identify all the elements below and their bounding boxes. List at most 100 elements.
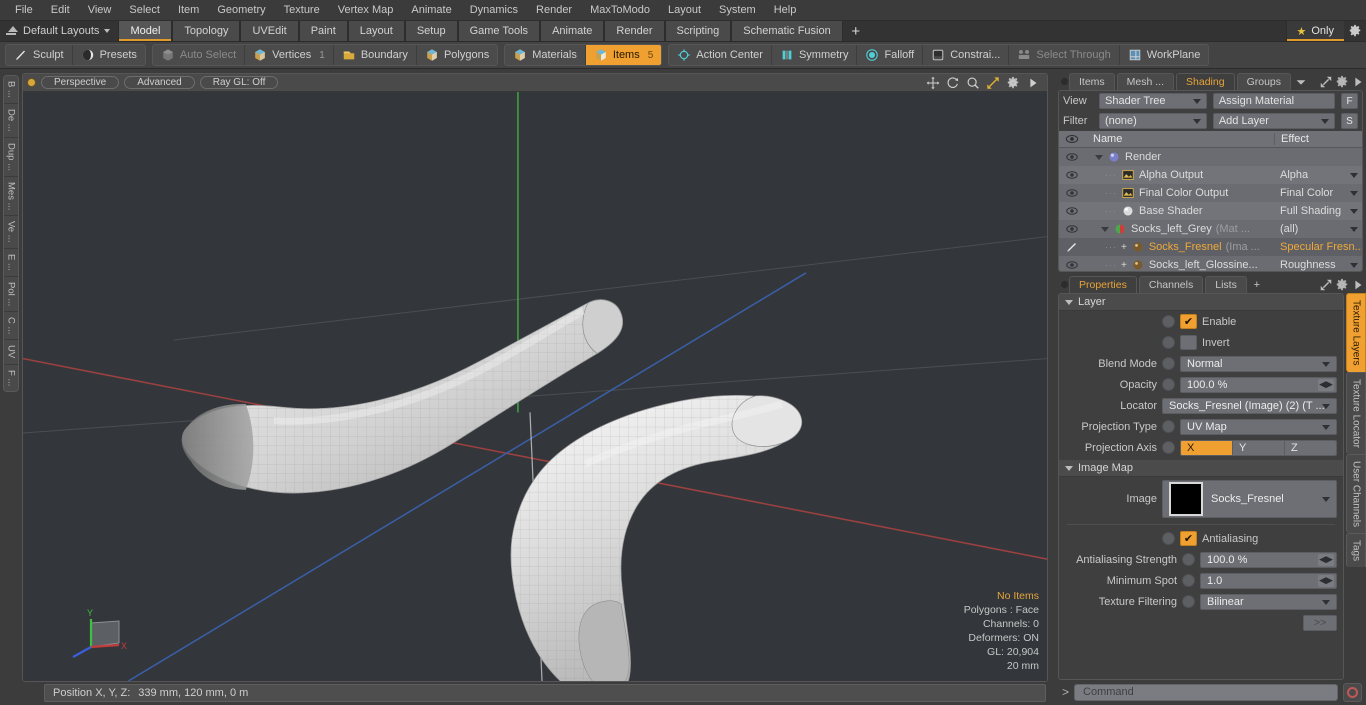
projection-type-anim-dot[interactable] xyxy=(1162,420,1175,433)
add-properties-tab-button[interactable]: + xyxy=(1249,276,1265,293)
menu-item-vertex-map[interactable]: Vertex Map xyxy=(329,0,403,21)
viewport-canvas[interactable]: Y X No Items Polygons : Face Channels: 0… xyxy=(23,92,1047,681)
paint-brush-icon[interactable] xyxy=(1059,240,1085,254)
eye-icon[interactable] xyxy=(1059,258,1085,271)
play-arrow-icon[interactable] xyxy=(1026,76,1040,90)
expander-icon[interactable] xyxy=(1101,226,1109,232)
menu-item-view[interactable]: View xyxy=(79,0,121,21)
move-icon[interactable] xyxy=(926,76,940,90)
row-effect-cell[interactable]: (all) xyxy=(1274,223,1362,235)
gear-icon[interactable] xyxy=(1006,76,1020,90)
projection-axis-anim-dot[interactable] xyxy=(1162,441,1175,454)
menu-item-geometry[interactable]: Geometry xyxy=(208,0,274,21)
menu-item-system[interactable]: System xyxy=(710,0,765,21)
sculpt-button[interactable]: Sculpt xyxy=(6,45,73,65)
axis-z-option[interactable]: Z xyxy=(1285,440,1336,455)
menu-item-maxtomodo[interactable]: MaxToModo xyxy=(581,0,659,21)
axis-y-option[interactable]: Y xyxy=(1233,440,1285,455)
antialiasing-anim-dot[interactable] xyxy=(1162,532,1175,545)
expand-plus-icon[interactable]: + xyxy=(1121,242,1127,253)
workplane-button[interactable]: WorkPlane xyxy=(1120,45,1209,65)
image-thumbnail[interactable] xyxy=(1169,482,1203,516)
side-tab-user-channels[interactable]: User Channels xyxy=(1346,453,1366,533)
tab-animate[interactable]: Animate xyxy=(540,21,605,41)
table-row[interactable]: ··· Final Color Output Final Color xyxy=(1059,184,1362,202)
filter-select[interactable]: (none) xyxy=(1099,113,1207,129)
command-input[interactable]: Command xyxy=(1074,683,1338,701)
tab-topology[interactable]: Topology xyxy=(172,21,241,41)
aa-strength-input[interactable]: 100.0 % ◀▶ xyxy=(1200,551,1337,568)
only-toggle[interactable]: ★ Only xyxy=(1285,21,1344,41)
tab-scripting[interactable]: Scripting xyxy=(664,21,732,41)
projection-type-select[interactable]: UV Map xyxy=(1180,418,1337,435)
image-map-group-header[interactable]: Image Map xyxy=(1059,460,1343,477)
image-select[interactable]: Socks_Fresnel xyxy=(1162,480,1337,518)
left-rail-tab-vertex[interactable]: Ve ... xyxy=(4,216,18,249)
more-options-button[interactable]: >> xyxy=(1303,614,1337,631)
polygons-button[interactable]: Polygons xyxy=(417,45,497,65)
tab-schematic-fusion[interactable]: Schematic Fusion xyxy=(731,21,843,41)
viewport-raygl-button[interactable]: Ray GL: Off xyxy=(199,76,279,89)
materials-button[interactable]: Materials xyxy=(505,45,586,65)
symmetry-button[interactable]: Symmetry xyxy=(772,45,858,65)
zoom-icon[interactable] xyxy=(966,76,980,90)
play-arrow-icon[interactable] xyxy=(1350,276,1366,293)
eye-icon[interactable] xyxy=(1059,186,1085,200)
eye-icon[interactable] xyxy=(1059,132,1085,146)
menu-item-animate[interactable]: Animate xyxy=(402,0,460,21)
row-effect-cell[interactable]: Final Color xyxy=(1274,187,1362,199)
minimum-spot-anim-dot[interactable] xyxy=(1182,574,1195,587)
expand-plus-icon[interactable]: + xyxy=(1121,260,1127,271)
tab-uvedit[interactable]: UVEdit xyxy=(240,21,299,41)
row-effect-cell[interactable]: Alpha xyxy=(1274,169,1362,181)
boundary-button[interactable]: Boundary xyxy=(334,45,417,65)
tab-layout[interactable]: Layout xyxy=(347,21,405,41)
table-row[interactable]: Render xyxy=(1059,148,1362,166)
enable-checkbox[interactable]: ✔ xyxy=(1180,314,1197,329)
tab-model[interactable]: Model xyxy=(118,21,173,41)
select-through-button[interactable]: Select Through xyxy=(1009,45,1120,65)
antialiasing-checkbox[interactable]: ✔ xyxy=(1180,531,1197,546)
constraint-button[interactable]: Constrai... xyxy=(923,45,1010,65)
tab-channels[interactable]: Channels xyxy=(1138,276,1204,293)
tab-groups[interactable]: Groups xyxy=(1236,73,1292,90)
left-rail-tab-edge[interactable]: E ... xyxy=(4,248,18,277)
action-center-button[interactable]: Action Center xyxy=(669,45,772,65)
viewport-perspective-button[interactable]: Perspective xyxy=(41,76,120,89)
view-f-button[interactable]: F xyxy=(1341,93,1358,109)
minimum-spot-input[interactable]: 1.0 ◀▶ xyxy=(1200,572,1337,589)
tab-mesh[interactable]: Mesh ... xyxy=(1116,73,1175,90)
gear-icon[interactable] xyxy=(1344,21,1366,41)
menu-item-layout[interactable]: Layout xyxy=(659,0,710,21)
left-rail-tab-mesh[interactable]: Mes ... xyxy=(4,176,18,217)
opacity-anim-dot[interactable] xyxy=(1162,378,1175,391)
table-row[interactable]: ··· Base Shader Full Shading xyxy=(1059,202,1362,220)
eye-icon[interactable] xyxy=(1059,222,1085,236)
minimum-spot-stepper[interactable]: ◀▶ xyxy=(1318,574,1334,587)
row-effect-cell[interactable]: Roughness xyxy=(1274,259,1362,271)
tab-paint[interactable]: Paint xyxy=(298,21,348,41)
tab-properties[interactable]: Properties xyxy=(1069,276,1137,293)
enable-anim-dot[interactable] xyxy=(1162,315,1175,328)
table-row[interactable]: ··· Alpha Output Alpha xyxy=(1059,166,1362,184)
chevron-down-icon[interactable] xyxy=(1293,73,1309,90)
rotate-icon[interactable] xyxy=(946,76,960,90)
expander-icon[interactable] xyxy=(1095,154,1103,160)
maximize-icon[interactable] xyxy=(986,76,1000,90)
left-rail-tab-polygon[interactable]: Pol ... xyxy=(4,276,18,312)
default-layouts-selector[interactable]: Default Layouts xyxy=(0,21,118,41)
table-row-selected[interactable]: ··· + Socks_Fresnel (Ima ... Specular Fr… xyxy=(1059,238,1362,256)
left-rail-tab-uv[interactable]: UV xyxy=(4,340,18,365)
menu-item-render[interactable]: Render xyxy=(527,0,581,21)
shader-tree-select[interactable]: Shader Tree xyxy=(1099,93,1207,109)
menu-item-file[interactable]: File xyxy=(6,0,42,21)
left-rail-tab-curve[interactable]: C ... xyxy=(4,311,18,341)
texture-filtering-select[interactable]: Bilinear xyxy=(1200,593,1337,610)
gear-icon[interactable] xyxy=(1334,73,1350,90)
play-arrow-icon[interactable] xyxy=(1350,73,1366,90)
left-rail-tab-fusion[interactable]: F ... xyxy=(4,364,18,391)
panel-menu-dot[interactable] xyxy=(1059,73,1069,90)
aa-strength-stepper[interactable]: ◀▶ xyxy=(1318,553,1334,566)
auto-select-button[interactable]: Auto Select xyxy=(153,45,246,65)
gear-icon[interactable] xyxy=(1334,276,1350,293)
